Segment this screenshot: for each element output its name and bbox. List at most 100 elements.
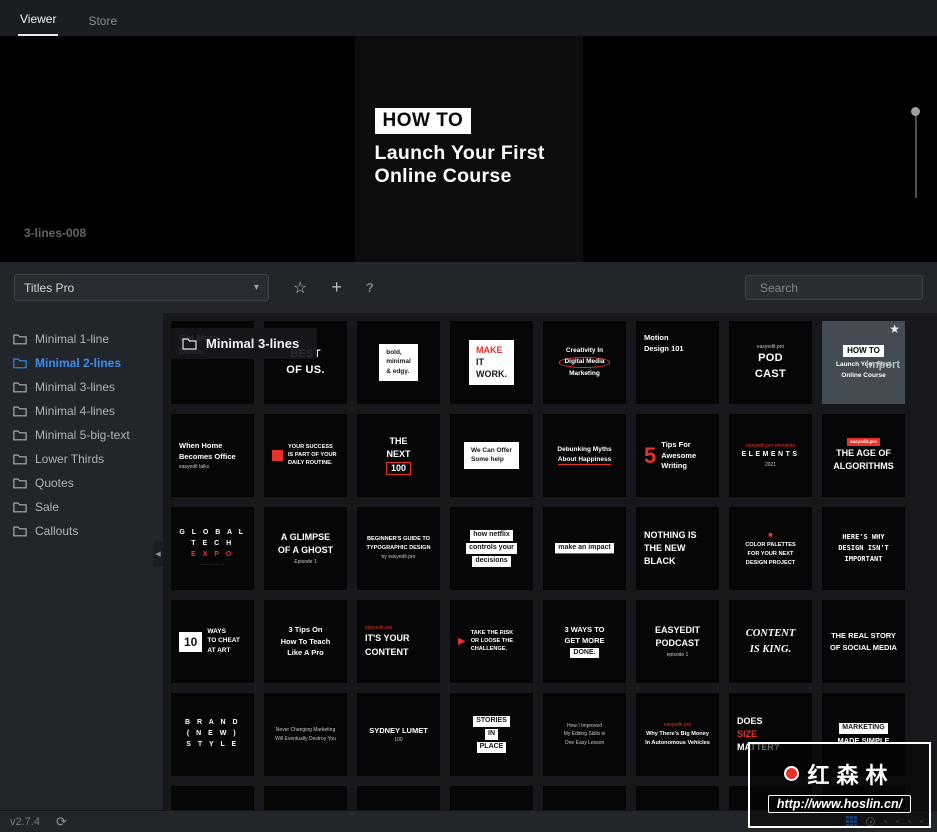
sidebar-collapse-handle[interactable]: ◀ bbox=[153, 541, 163, 567]
preview-zoom-slider[interactable] bbox=[911, 107, 920, 198]
template-tile[interactable]: MAKE IT WORK. bbox=[450, 321, 533, 404]
tab-store[interactable]: Store bbox=[86, 5, 119, 36]
template-tile[interactable]: easyedit.pro IT'S YOUR CONTENT bbox=[357, 600, 440, 683]
template-tile[interactable]: easyedit.pro THE AGE OF ALGORITHMS bbox=[822, 414, 905, 497]
template-tile[interactable]: HERE'S WHY DESIGN ISN'T IMPORTANT bbox=[822, 507, 905, 590]
preview-line2: Online Course bbox=[374, 165, 512, 187]
template-tile[interactable]: YOUR SUCCESS IS PART OF YOUR DAILY ROUTINE… bbox=[264, 414, 347, 497]
tile-text: & edgy. bbox=[386, 367, 410, 375]
template-tile[interactable]: THE REAL STORY OF SOCIAL MEDIA bbox=[822, 600, 905, 683]
tile-row: YOUR SUCCESS IS PART OF YOUR DAILY ROUTINE… bbox=[272, 444, 337, 467]
slider-handle[interactable] bbox=[911, 107, 920, 116]
chevron-down-icon: ▾ bbox=[253, 282, 259, 293]
template-tile[interactable]: easyedit.pro POD CAST bbox=[729, 321, 812, 404]
template-tile[interactable]: 10 WAYS TO CHEAT AT ART bbox=[171, 600, 254, 683]
tile-text: Will Eventually Destroy You bbox=[275, 735, 336, 742]
tile-text: My Editing Skills in bbox=[563, 731, 606, 738]
template-tile[interactable]: Debunking Myths About Happiness bbox=[543, 414, 626, 497]
template-tile[interactable]: B R A N D ( N E W ) S T Y L E bbox=[171, 693, 254, 776]
sidebar-item-sale[interactable]: Sale bbox=[0, 495, 163, 519]
template-tile[interactable]: easyedit.pro Why There's Big Money In Auto… bbox=[636, 693, 719, 776]
pack-select-value: Titles Pro bbox=[24, 280, 75, 295]
version-label: v2.7.4 bbox=[10, 815, 40, 828]
sidebar-item-label: Sale bbox=[35, 500, 60, 514]
template-tile[interactable]: THE NEXT 100 bbox=[357, 414, 440, 497]
folder-icon bbox=[13, 454, 27, 465]
template-tile[interactable]: easyedit.pro elements ELEMENTS 2021 bbox=[729, 414, 812, 497]
template-tile[interactable]: HOW TO Launch Your First Online Course ★ Imp… bbox=[822, 321, 905, 404]
template-tile[interactable]: 3 WAYS TO GET MORE DONE. bbox=[543, 600, 626, 683]
template-tile[interactable]: How I Improved My Editing Skills in One Ea… bbox=[543, 693, 626, 776]
sidebar-item-lower-thirds[interactable]: Lower Thirds bbox=[0, 447, 163, 471]
pack-select[interactable]: Titles Pro ▾ bbox=[14, 274, 269, 301]
template-tile[interactable]: 3 Tips On How To Teach Like A Pro bbox=[264, 600, 347, 683]
folder-icon bbox=[13, 478, 27, 489]
template-tile[interactable]: Motion Design 101 bbox=[636, 321, 719, 404]
toolbar: Titles Pro ▾ ☆ + ? bbox=[0, 262, 937, 313]
refresh-icon[interactable]: ⟳ bbox=[56, 814, 67, 830]
sidebar-item-quotes[interactable]: Quotes bbox=[0, 471, 163, 495]
tile-text: SIZE bbox=[737, 728, 758, 739]
preview-title-badge: HOW TO bbox=[374, 108, 472, 134]
tile-text: Online Course bbox=[841, 371, 886, 379]
template-tile[interactable]: Never Changing Marketing Will Eventually … bbox=[264, 693, 347, 776]
tile-accent: ▶ bbox=[458, 635, 466, 647]
template-tile[interactable]: We Can Offer Some help bbox=[450, 414, 533, 497]
sidebar-item-label: Minimal 1-line bbox=[35, 332, 110, 346]
favorite-button[interactable]: ☆ bbox=[293, 278, 307, 298]
tile-text: COLOR PALETTES bbox=[745, 541, 796, 548]
tab-viewer[interactable]: Viewer bbox=[18, 3, 59, 36]
tile-text: YOUR SUCCESS bbox=[288, 444, 333, 451]
template-tile[interactable]: 5 Tips For Awesome Writing bbox=[636, 414, 719, 497]
preview-line1: Launch Your First bbox=[374, 142, 545, 164]
template-tile[interactable]: ■ COLOR PALETTES FOR YOUR NEXT DESIGN PROJE… bbox=[729, 507, 812, 590]
tile-text: controls your bbox=[466, 543, 517, 554]
tile-text: We Can Offer bbox=[470, 446, 513, 454]
template-tile[interactable]: bold, minimal & edgy. bbox=[357, 321, 440, 404]
template-tile[interactable]: When Home Becomes Office easyedit talks bbox=[171, 414, 254, 497]
template-tile[interactable] bbox=[450, 786, 533, 810]
template-tile[interactable]: make an impact bbox=[543, 507, 626, 590]
template-tile[interactable]: G L O B A L T E C H E X P O · · · · · · · · bbox=[171, 507, 254, 590]
star-icon[interactable]: ★ bbox=[889, 322, 900, 336]
sidebar-item-minimal-4-lines[interactable]: Minimal 4-lines bbox=[0, 399, 163, 423]
template-tile[interactable]: how netflix controls your decisions bbox=[450, 507, 533, 590]
tile-accent bbox=[272, 449, 283, 461]
template-tile[interactable]: CONTENT IS KING. bbox=[729, 600, 812, 683]
sidebar: Minimal 1-line Minimal 2-lines Minimal 3-l… bbox=[0, 313, 163, 810]
folder-icon bbox=[13, 382, 27, 393]
template-tile[interactable] bbox=[171, 786, 254, 810]
template-tile[interactable]: BEGINNER'S GUIDE TO TYPOGRAPHIC DESIGN by … bbox=[357, 507, 440, 590]
tile-text: Design 101 bbox=[644, 344, 684, 354]
sidebar-item-label: Callouts bbox=[35, 524, 79, 538]
sidebar-item-minimal-5-big-text[interactable]: Minimal 5-big-text bbox=[0, 423, 163, 447]
search-box[interactable] bbox=[745, 275, 923, 300]
tile-text: DONE. bbox=[570, 647, 599, 659]
tile-accent: 5 bbox=[644, 442, 657, 468]
template-tile[interactable] bbox=[264, 786, 347, 810]
sidebar-item-callouts[interactable]: Callouts bbox=[0, 519, 163, 543]
watermark-header: 红森林 bbox=[784, 758, 894, 790]
template-tile[interactable] bbox=[543, 786, 626, 810]
watermark-logo-icon bbox=[784, 766, 800, 781]
template-tile[interactable]: STORIES IN PLACE bbox=[450, 693, 533, 776]
template-tile[interactable]: SYDNEY LUMET 100 bbox=[357, 693, 440, 776]
template-tile[interactable]: Creativity In Digital Media Marketing bbox=[543, 321, 626, 404]
template-tile[interactable] bbox=[636, 786, 719, 810]
import-label[interactable]: Import bbox=[866, 359, 900, 371]
template-tile[interactable]: ▶ TAKE THE RISK OR LOOSE THE CHALLENGE. bbox=[450, 600, 533, 683]
tile-text: Like A Pro bbox=[287, 648, 324, 658]
search-input[interactable] bbox=[760, 280, 915, 295]
template-tile[interactable] bbox=[357, 786, 440, 810]
template-tile[interactable]: NOTHING IS THE NEW BLACK bbox=[636, 507, 719, 590]
template-tile[interactable]: EASYEDIT PODCAST episode 1 bbox=[636, 600, 719, 683]
sidebar-item-minimal-1-line[interactable]: Minimal 1-line bbox=[0, 327, 163, 351]
sidebar-item-minimal-2-lines[interactable]: Minimal 2-lines bbox=[0, 351, 163, 375]
sidebar-item-minimal-3-lines[interactable]: Minimal 3-lines bbox=[0, 375, 163, 399]
help-button[interactable]: ? bbox=[366, 280, 374, 295]
template-tile[interactable]: A GLIMPSE OF A GHOST Episode 1 bbox=[264, 507, 347, 590]
add-button[interactable]: + bbox=[331, 277, 342, 298]
tile-text: AT ART bbox=[207, 646, 231, 654]
tile-text: OF US. bbox=[286, 363, 325, 376]
sidebar-item-label: Lower Thirds bbox=[35, 452, 105, 466]
